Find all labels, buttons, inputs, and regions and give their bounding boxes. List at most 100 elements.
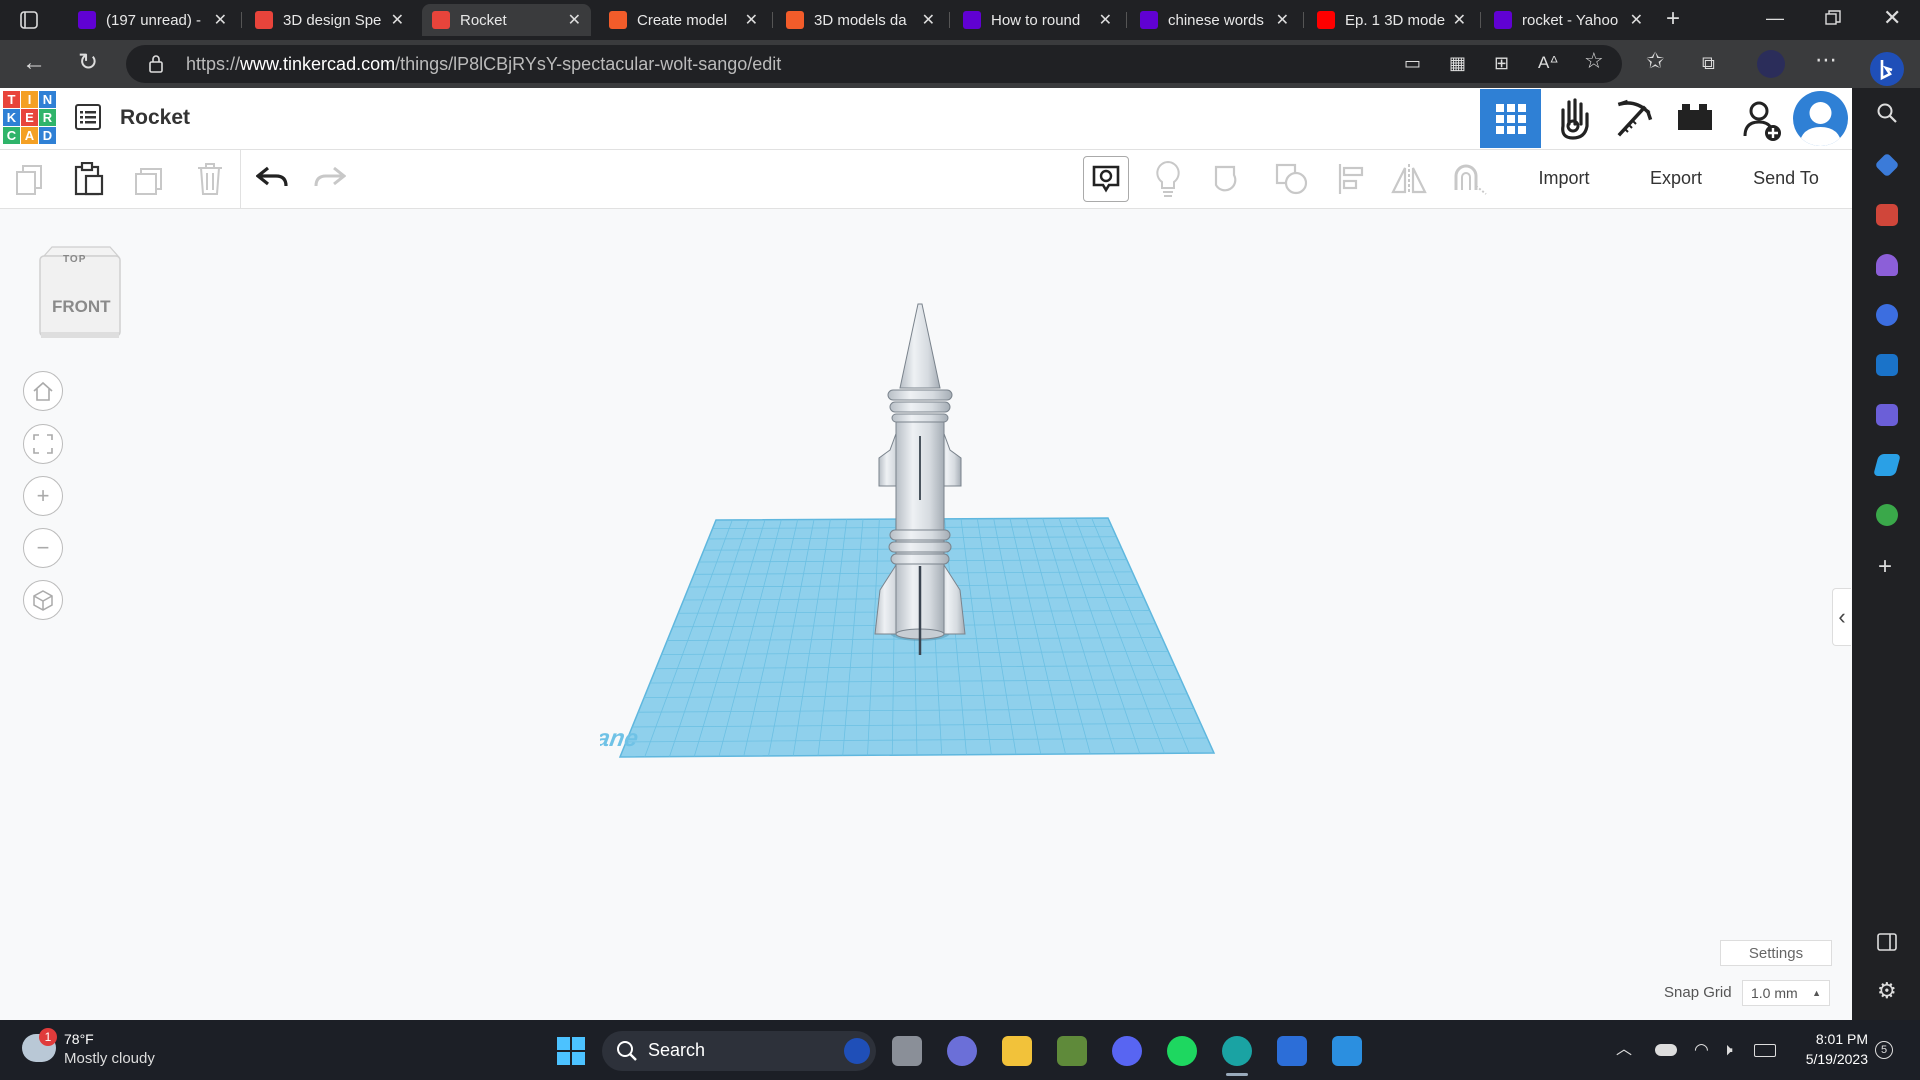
notes-tool-button[interactable] — [1083, 156, 1129, 202]
invite-user-icon[interactable] — [1742, 98, 1784, 147]
cruise-magnet-icon[interactable] — [1450, 160, 1490, 203]
close-tab-icon[interactable]: ✕ — [922, 10, 935, 30]
delete-icon[interactable] — [196, 162, 224, 201]
browser-tab[interactable]: (197 unread) - ✕ — [68, 4, 237, 36]
close-tab-icon[interactable]: ✕ — [745, 10, 758, 30]
align-icon[interactable] — [1337, 162, 1367, 201]
duplicate-icon[interactable] — [134, 164, 166, 201]
fit-view-button[interactable] — [23, 424, 63, 464]
weather-temp[interactable]: 78°F — [64, 1031, 94, 1047]
read-aloud-icon[interactable]: Aᐞ — [1538, 53, 1559, 73]
codeblocks-hand-icon[interactable] — [1553, 96, 1593, 145]
minecraft-icon[interactable] — [1057, 1036, 1087, 1066]
apps-icon[interactable]: ▦ — [1449, 53, 1466, 73]
spotify-icon[interactable] — [1167, 1036, 1197, 1066]
lock-icon[interactable] — [148, 54, 164, 78]
restore-icon[interactable] — [1825, 10, 1841, 30]
design-menu-icon[interactable] — [75, 104, 101, 135]
home-view-button[interactable] — [23, 371, 63, 411]
browser-tab[interactable]: chinese words ✕ — [1130, 4, 1299, 36]
task-view-icon[interactable] — [892, 1036, 922, 1066]
tinkercad-logo[interactable]: TIN KER CAD — [3, 91, 56, 144]
perspective-button[interactable] — [23, 580, 63, 620]
close-tab-icon[interactable]: ✕ — [214, 10, 227, 30]
minimize-icon[interactable]: — — [1766, 8, 1784, 28]
onedrive-icon[interactable] — [1655, 1044, 1677, 1056]
undo-icon[interactable] — [255, 166, 288, 195]
sidebar-panel-icon[interactable] — [1877, 932, 1897, 956]
3d-view-button[interactable] — [1480, 89, 1541, 148]
weather-desc[interactable]: Mostly cloudy — [64, 1050, 155, 1067]
extensions-grid-icon[interactable]: ⊞ — [1494, 53, 1509, 73]
collections-icon[interactable]: ⧉ — [1702, 53, 1715, 73]
user-avatar[interactable] — [1793, 91, 1848, 146]
add-sidebar-app-icon[interactable]: + — [1878, 555, 1892, 579]
clock-date[interactable]: 5/19/2023 — [1784, 1051, 1868, 1067]
browser-tab[interactable]: 3D models da ✕ — [776, 4, 945, 36]
paint-app-icon[interactable] — [1332, 1036, 1362, 1066]
battery-icon[interactable] — [1754, 1044, 1776, 1057]
favorites-icon[interactable]: ✩ — [1646, 50, 1664, 72]
send-to-button[interactable]: Send To — [1732, 159, 1840, 197]
copilot-icon[interactable] — [1876, 304, 1898, 326]
collapse-panel-chevron-icon[interactable]: ‹ — [1832, 588, 1851, 646]
taskbar-search-box[interactable] — [602, 1031, 876, 1071]
c-app-icon[interactable] — [1277, 1036, 1307, 1066]
browser-tab[interactable]: Create model ✕ — [599, 4, 768, 36]
browser-tab[interactable]: 3D design Spe ✕ — [245, 4, 414, 36]
workplane-scene[interactable]: Workplane — [600, 290, 1240, 770]
discord-icon[interactable] — [1112, 1036, 1142, 1066]
rocket-model[interactable] — [874, 303, 966, 655]
close-tab-icon[interactable]: ✕ — [1276, 10, 1289, 30]
more-options-icon[interactable]: ⋯ — [1815, 49, 1837, 71]
tree-icon[interactable] — [1876, 504, 1898, 526]
close-tab-icon[interactable]: ✕ — [1630, 10, 1643, 30]
show-hidden-icons-chevron-icon[interactable]: ︿ — [1616, 1040, 1632, 1060]
sidebar-settings-gear-icon[interactable]: ⚙ — [1877, 980, 1897, 1002]
ungroup-shape-icon[interactable] — [1274, 162, 1310, 201]
back-icon[interactable]: ← — [22, 51, 46, 75]
clock-time[interactable]: 8:01 PM — [1784, 1031, 1868, 1047]
zoom-out-button[interactable]: − — [23, 528, 63, 568]
tab-actions-icon[interactable] — [19, 10, 39, 34]
notification-badge[interactable]: 5 — [1875, 1041, 1893, 1059]
sidebar-search-icon[interactable] — [1876, 102, 1898, 127]
edge-browser-icon[interactable] — [1222, 1036, 1252, 1066]
minecraft-pickaxe-icon[interactable] — [1614, 98, 1654, 143]
browser-tab[interactable]: Ep. 1 3D mode ✕ — [1307, 4, 1476, 36]
games-icon[interactable] — [1876, 254, 1898, 276]
close-tab-icon[interactable]: ✕ — [1099, 10, 1112, 30]
paste-icon[interactable] — [74, 161, 104, 201]
design-title[interactable]: Rocket — [120, 106, 190, 130]
new-tab-icon[interactable]: + — [1666, 7, 1680, 31]
export-button[interactable]: Export — [1624, 159, 1728, 197]
mirror-icon[interactable] — [1390, 162, 1428, 201]
snap-grid-select[interactable]: 1.0 mm ▲ — [1742, 980, 1830, 1006]
close-tab-icon[interactable]: ✕ — [568, 10, 581, 30]
browser-tab[interactable]: Rocket ✕ — [422, 4, 591, 36]
add-favorite-icon[interactable]: ☆ — [1584, 50, 1604, 72]
close-tab-icon[interactable]: ✕ — [391, 10, 404, 30]
bing-chat-icon[interactable] — [1870, 52, 1904, 86]
designer-icon[interactable] — [1876, 404, 1898, 426]
refresh-icon[interactable]: ↻ — [78, 51, 98, 75]
zoom-in-button[interactable]: + — [23, 476, 63, 516]
outlook-icon[interactable] — [1876, 354, 1898, 376]
group-shape-icon[interactable] — [1213, 162, 1249, 201]
bricks-icon[interactable] — [1677, 102, 1713, 137]
copy-icon[interactable] — [15, 164, 45, 201]
redo-icon[interactable] — [314, 166, 347, 195]
browser-tab[interactable]: How to round ✕ — [953, 4, 1122, 36]
file-explorer-icon[interactable] — [1002, 1036, 1032, 1066]
volume-icon[interactable]: 🕨 — [1722, 1040, 1733, 1060]
lightbulb-icon[interactable] — [1154, 160, 1182, 203]
tools-icon[interactable] — [1876, 204, 1898, 226]
wifi-icon[interactable]: ◠ — [1694, 1040, 1709, 1060]
import-button[interactable]: Import — [1512, 159, 1616, 197]
device-icon[interactable]: ▭ — [1404, 53, 1421, 73]
browser-tab[interactable]: rocket - Yahoo ✕ — [1484, 4, 1653, 36]
windows-start-icon[interactable] — [556, 1036, 586, 1071]
teams-chat-icon[interactable] — [947, 1036, 977, 1066]
close-window-icon[interactable]: ✕ — [1883, 7, 1901, 29]
profile-avatar[interactable] — [1757, 50, 1785, 78]
